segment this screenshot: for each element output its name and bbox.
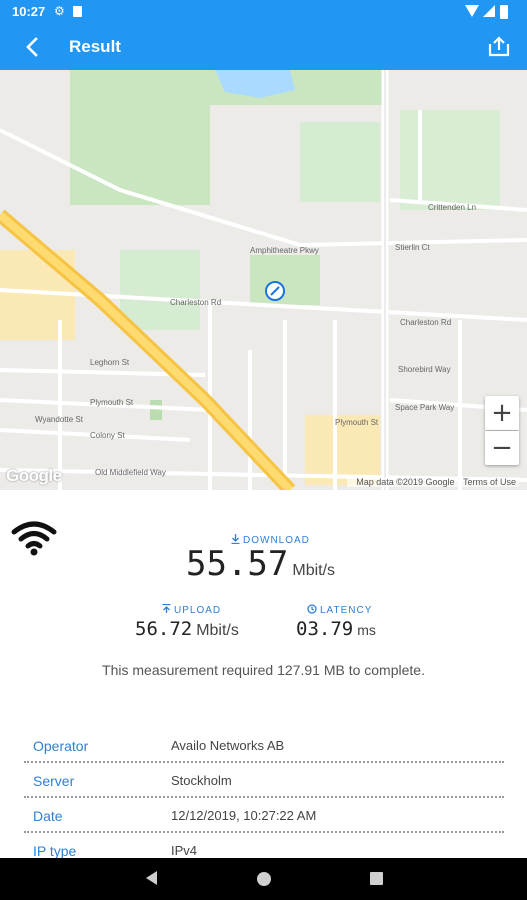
info-row-date: Date 12/12/2019, 10:27:22 AM [24, 798, 504, 833]
latency-label: LATENCY [307, 604, 372, 616]
street-label: Plymouth St [335, 418, 379, 427]
info-table: Operator Availo Networks AB Server Stock… [24, 728, 504, 868]
info-value: Availo Networks AB [171, 738, 285, 753]
street-label: Space Park Way [395, 403, 454, 412]
street-label: Shorebird Way [398, 365, 451, 374]
back-arrow-icon[interactable] [18, 32, 48, 62]
battery-icon [500, 5, 508, 19]
street-label: Leghorn St [90, 358, 130, 367]
latency-reading: 03.79 ms [296, 618, 376, 640]
measurement-note: This measurement required 127.91 MB to c… [102, 662, 425, 678]
settings-status-icon: ⚙ [54, 4, 65, 18]
info-value: 12/12/2019, 10:27:22 AM [171, 808, 317, 823]
results-panel: DOWNLOAD 55.57 Mbit/s UPLOAD 56.72 Mbit/s … [0, 490, 527, 868]
latency-value: 03.79 [296, 618, 354, 640]
latency-icon [307, 604, 317, 614]
download-unit: Mbit/s [292, 562, 336, 579]
status-indicators [465, 4, 515, 20]
street-label: Stierlin Ct [395, 243, 430, 252]
app-bar: Result [0, 24, 527, 70]
latency-label-text: LATENCY [320, 605, 373, 616]
status-bar: 10:27 ⚙ [0, 0, 527, 24]
street-label: Plymouth St [90, 398, 134, 407]
upload-label-text: UPLOAD [174, 605, 222, 616]
info-row-operator: Operator Availo Networks AB [24, 728, 504, 763]
signal-icon [483, 5, 495, 17]
map-data-text: Map data ©2019 Google [356, 477, 455, 487]
nav-recents-icon[interactable] [370, 872, 383, 885]
info-key: IP type [33, 843, 77, 859]
map-attribution: Map data ©2019 Google Terms of Use [347, 477, 519, 487]
street-label: Charleston Rd [400, 318, 451, 327]
terms-link[interactable]: Terms of Use [463, 477, 516, 487]
street-label: Crittenden Ln [428, 203, 476, 212]
upload-icon [162, 603, 171, 613]
download-speed: 55.57 Mbit/s [186, 544, 335, 584]
nav-home-icon[interactable] [257, 872, 271, 886]
info-row-server: Server Stockholm [24, 763, 504, 798]
status-time: 10:27 [12, 4, 46, 19]
nav-back-icon[interactable] [146, 871, 157, 885]
street-label: Wyandotte St [35, 415, 84, 424]
street-label: Amphitheatre Pkwy [250, 246, 319, 255]
info-key: Operator [33, 738, 89, 754]
latency-unit: ms [357, 622, 376, 638]
info-value: Stockholm [171, 773, 232, 788]
page-title: Result [69, 37, 121, 56]
upload-unit: Mbit/s [196, 622, 239, 639]
street-label: Old Middlefield Way [95, 468, 166, 477]
sd-card-icon [73, 6, 82, 17]
map-view[interactable]: Amphitheatre Pkwy Charleston Rd Charlest… [0, 70, 527, 490]
street-label: Charleston Rd [170, 298, 221, 307]
download-value: 55.57 [186, 544, 289, 584]
zoom-in-button[interactable]: + [485, 396, 519, 430]
upload-value: 56.72 [135, 618, 193, 640]
info-key: Server [33, 773, 75, 789]
upload-label: UPLOAD [162, 603, 222, 616]
wifi-status-icon [465, 5, 479, 17]
info-value: IPv4 [171, 843, 198, 858]
share-icon[interactable] [487, 34, 511, 58]
download-icon [231, 534, 240, 545]
google-logo: Google [6, 466, 62, 485]
system-nav-bar [0, 858, 527, 900]
street-label: Colony St [90, 431, 125, 440]
upload-speed: 56.72 Mbit/s [135, 618, 239, 640]
wifi-icon [11, 521, 57, 556]
info-key: Date [33, 808, 63, 824]
zoom-out-button[interactable]: − [485, 431, 519, 465]
map-canvas[interactable]: Amphitheatre Pkwy Charleston Rd Charlest… [0, 70, 527, 490]
